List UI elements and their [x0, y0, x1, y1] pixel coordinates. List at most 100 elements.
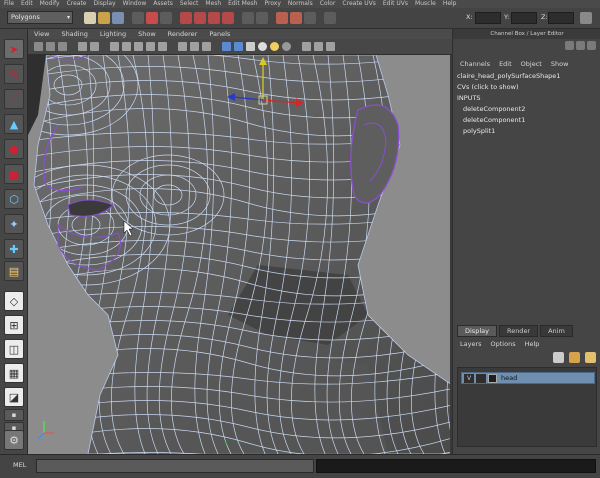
menu-file[interactable]: File: [4, 0, 14, 8]
menu-window[interactable]: Window: [123, 0, 147, 8]
input-node[interactable]: polySplit1: [457, 126, 597, 137]
render-icon[interactable]: [276, 12, 288, 24]
cb-menu-channels[interactable]: Channels: [460, 60, 490, 68]
grease-pencil-icon[interactable]: [90, 42, 99, 51]
new-layer-selected-icon[interactable]: [569, 352, 580, 363]
layer-row-head[interactable]: V head: [461, 372, 595, 384]
lasso-tool-icon[interactable]: ✎: [4, 64, 24, 84]
snap-grid-icon[interactable]: [180, 12, 192, 24]
object-name[interactable]: claire_head_polySurfaceShape1: [457, 71, 597, 82]
cb-menu-show[interactable]: Show: [551, 60, 569, 68]
cb-menu-edit[interactable]: Edit: [499, 60, 512, 68]
shadows-icon[interactable]: [282, 42, 291, 51]
attribute-editor-icon[interactable]: [576, 41, 585, 50]
safe-title-icon[interactable]: [190, 42, 199, 51]
menu-edit-uvs[interactable]: Edit UVs: [383, 0, 408, 8]
select-hierarchy-icon[interactable]: [132, 12, 144, 24]
panel-menu-lighting[interactable]: Lighting: [100, 30, 126, 38]
manipulator-tool-icon[interactable]: ⬡: [4, 189, 24, 209]
custom-tool-icon[interactable]: ▤: [4, 261, 24, 281]
menu-edit-mesh[interactable]: Edit Mesh: [228, 0, 257, 8]
perspective-viewport[interactable]: persp: [28, 55, 452, 454]
z-field[interactable]: [548, 12, 574, 24]
menu-create-uvs[interactable]: Create UVs: [342, 0, 375, 8]
mode-selector[interactable]: Polygons ▾: [7, 11, 73, 24]
gate-mask-icon[interactable]: [146, 42, 155, 51]
save-scene-icon[interactable]: [112, 12, 124, 24]
image-plane-icon[interactable]: [58, 42, 67, 51]
scale-tool-icon[interactable]: ■: [4, 164, 24, 184]
hypershade-layout-icon[interactable]: ▪: [4, 409, 24, 421]
mel-label[interactable]: MEL: [13, 461, 26, 469]
panel-menu-show[interactable]: Show: [138, 30, 156, 38]
menu-create[interactable]: Create: [67, 0, 87, 8]
four-pane-layout-icon[interactable]: ⊞: [4, 315, 24, 335]
cb-menu-object[interactable]: Object: [521, 60, 542, 68]
select-object-icon[interactable]: [146, 12, 158, 24]
ipr-render-icon[interactable]: [290, 12, 302, 24]
film-gate-icon[interactable]: [122, 42, 131, 51]
snap-point-icon[interactable]: [208, 12, 220, 24]
tool-settings-icon[interactable]: [587, 41, 596, 50]
new-layer-icon[interactable]: [553, 352, 564, 363]
all-lights-icon[interactable]: [270, 42, 279, 51]
menu-proxy[interactable]: Proxy: [264, 0, 280, 8]
tab-display[interactable]: Display: [457, 325, 497, 337]
menu-assets[interactable]: Assets: [153, 0, 173, 8]
le-menu-help[interactable]: Help: [525, 340, 540, 348]
open-scene-icon[interactable]: [98, 12, 110, 24]
menu-normals[interactable]: Normals: [288, 0, 313, 8]
field-chart-icon[interactable]: [158, 42, 167, 51]
menu-select[interactable]: Select: [180, 0, 199, 8]
soft-mod-tool-icon[interactable]: ✦: [4, 214, 24, 234]
two-pane-layout-icon[interactable]: ◫: [4, 339, 24, 359]
layer-color-swatch[interactable]: [488, 373, 497, 383]
construction-history-icon[interactable]: [256, 12, 268, 24]
camera-attributes-icon[interactable]: [34, 42, 43, 51]
grid-toggle-icon[interactable]: [110, 42, 119, 51]
input-node[interactable]: deleteComponent2: [457, 104, 597, 115]
xray-joints-icon[interactable]: [326, 42, 335, 51]
x-field[interactable]: [475, 12, 501, 24]
layer-display-type-toggle[interactable]: [476, 373, 486, 383]
tab-render[interactable]: Render: [498, 325, 539, 337]
2d-pan-icon[interactable]: [78, 42, 87, 51]
wireframe-on-shaded-icon[interactable]: [234, 42, 243, 51]
le-menu-layers[interactable]: Layers: [460, 340, 482, 348]
menu-help[interactable]: Help: [443, 0, 457, 8]
layer-options-icon[interactable]: [585, 352, 596, 363]
last-tool-icon[interactable]: ✚: [4, 239, 24, 259]
input-line-icon[interactable]: [324, 12, 336, 24]
layer-visibility-toggle[interactable]: V: [464, 373, 474, 383]
panel-menu-shading[interactable]: Shading: [61, 30, 87, 38]
snap-plane-icon[interactable]: [222, 12, 234, 24]
bookmark-icon[interactable]: [46, 42, 55, 51]
script-editor-icon[interactable]: ⚙: [4, 430, 24, 450]
panel-menu-view[interactable]: View: [34, 30, 49, 38]
single-pane-layout-icon[interactable]: ◇: [4, 291, 24, 311]
panel-menu-panels[interactable]: Panels: [209, 30, 230, 38]
channel-box-icon[interactable]: [565, 41, 574, 50]
y-field[interactable]: [511, 12, 537, 24]
menu-display[interactable]: Display: [94, 0, 116, 8]
menu-color[interactable]: Color: [320, 0, 336, 8]
menu-mesh[interactable]: Mesh: [205, 0, 221, 8]
menu-edit[interactable]: Edit: [21, 0, 33, 8]
move-tool-icon[interactable]: ▲: [4, 114, 24, 134]
history-icon[interactable]: [242, 12, 254, 24]
command-input[interactable]: [36, 459, 314, 473]
tab-anim[interactable]: Anim: [540, 325, 573, 337]
resolution-gate-icon[interactable]: [134, 42, 143, 51]
xray-icon[interactable]: [314, 42, 323, 51]
new-scene-icon[interactable]: [84, 12, 96, 24]
rotate-tool-icon[interactable]: ●: [4, 139, 24, 159]
snap-curve-icon[interactable]: [194, 12, 206, 24]
outliner-layout-icon[interactable]: ▦: [4, 363, 24, 383]
default-light-icon[interactable]: [258, 42, 267, 51]
textured-icon[interactable]: [246, 42, 255, 51]
le-menu-options[interactable]: Options: [491, 340, 516, 348]
isolate-select-icon[interactable]: [302, 42, 311, 51]
safe-action-icon[interactable]: [178, 42, 187, 51]
input-node[interactable]: deleteComponent1: [457, 115, 597, 126]
wireframe-icon[interactable]: [202, 42, 211, 51]
